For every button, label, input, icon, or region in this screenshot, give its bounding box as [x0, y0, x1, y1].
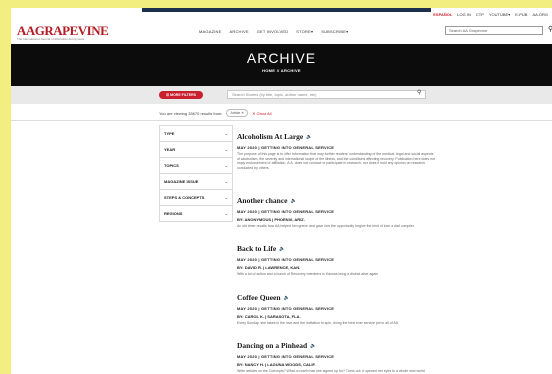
- facet-label: STEPS & CONCEPTS: [164, 195, 205, 200]
- article-description: With a lot of action and a bunch of Reco…: [237, 272, 379, 276]
- chevron-down-icon: ⌄: [224, 179, 228, 184]
- speaker-icon[interactable]: 🔈: [306, 134, 312, 140]
- epub-link[interactable]: E-PUB: [515, 12, 527, 17]
- chevron-down-icon: ⌄: [224, 211, 228, 216]
- facet-topics[interactable]: TOPICS ⌄: [159, 157, 233, 173]
- article-meta: MAY 2020 | GETTING INTO GENERAL SERVICE: [237, 209, 335, 214]
- top-accent-bar: [142, 8, 431, 12]
- speaker-icon[interactable]: 🔈: [290, 198, 296, 204]
- facet-year[interactable]: YEAR ⌄: [159, 141, 233, 157]
- espanol-link[interactable]: ESPAÑOL: [433, 12, 452, 17]
- article-meta: MAY 2020 | GETTING INTO GENERAL SERVICE: [237, 257, 335, 262]
- nav-archive[interactable]: ARCHIVE: [230, 29, 249, 34]
- archive-banner: ARCHIVE HOME // ARCHIVE: [11, 44, 552, 86]
- article-item: Back to Life 🔈 MAY 2020 | GETTING INTO GE…: [237, 244, 437, 277]
- divider: [11, 120, 552, 121]
- article-item: Dancing on a Pinhead 🔈 MAY 2020 | GETTING…: [237, 341, 437, 374]
- search-icon[interactable]: ⚲: [548, 25, 552, 33]
- article-title[interactable]: Coffee Queen 🔈: [237, 293, 437, 302]
- article-title[interactable]: Another chance 🔈: [237, 196, 437, 205]
- breadcrumb-separator: //: [276, 68, 280, 73]
- story-search-icon[interactable]: ⚲: [417, 89, 421, 96]
- nav-subscribe[interactable]: SUBSCRIBE▾: [321, 29, 348, 34]
- main-nav: MAGAZINE ARCHIVE GET INVOLVED STORE▾ SUB…: [199, 29, 348, 34]
- article-description: An old timer recalls how AA helped him g…: [237, 224, 415, 228]
- article-title-text[interactable]: Back to Life: [237, 244, 276, 253]
- more-filters-button[interactable]: ☰ MORE FILTERS: [159, 91, 203, 99]
- chevron-down-icon: ⌄: [224, 163, 228, 168]
- breadcrumb-home[interactable]: HOME: [262, 68, 275, 73]
- article-author: BY: DAVID R. | LAWRENCE, KAN.: [237, 265, 301, 270]
- article-title-text[interactable]: Alcoholism At Large: [237, 132, 303, 141]
- story-search-input[interactable]: Search Stories (by title, topic, author …: [227, 90, 426, 99]
- facet-steps-concepts[interactable]: STEPS & CONCEPTS ⌄: [159, 189, 233, 205]
- article-description: Write articles on the Concepts? What on …: [237, 369, 425, 373]
- site-search-input[interactable]: Search AA Grapevine: [445, 26, 543, 35]
- page-title: ARCHIVE: [246, 50, 317, 66]
- clear-all-link[interactable]: ✕ Clear All: [252, 111, 271, 116]
- facet-label: TYPE: [164, 131, 175, 136]
- article-title[interactable]: Alcoholism At Large 🔈: [237, 132, 437, 141]
- chevron-down-icon: ⌄: [224, 195, 228, 200]
- article-item: Coffee Queen 🔈 MAY 2020 | GETTING INTO GE…: [237, 293, 437, 326]
- facet-label: REGIONS: [164, 211, 183, 216]
- article-title-text[interactable]: Coffee Queen: [237, 293, 281, 302]
- results-count: You are viewing 33670 results from:: [159, 110, 223, 116]
- article-title-text[interactable]: Another chance: [237, 196, 287, 205]
- nav-get-involved[interactable]: GET INVOLVED: [257, 29, 289, 34]
- article-meta: MAY 2020 | GETTING INTO GENERAL SERVICE: [237, 145, 335, 150]
- login-link[interactable]: LOG IN: [457, 12, 471, 17]
- youtube-link[interactable]: YOUTUBE▾: [489, 12, 510, 17]
- breadcrumb-current: ARCHIVE: [280, 68, 301, 73]
- article-title-text[interactable]: Dancing on a Pinhead: [237, 341, 307, 350]
- article-description: The purpose of this page is to offer inf…: [237, 152, 435, 170]
- article-meta: MAY 2020 | GETTING INTO GENERAL SERVICE: [237, 306, 335, 311]
- facet-label: TOPICS: [164, 163, 179, 168]
- facet-magazine-issue[interactable]: MAGAZINE ISSUE ⌄: [159, 173, 233, 189]
- utility-nav: ESPAÑOL LOG IN CTP YOUTUBE▾ E-PUB AA.ORG: [433, 12, 548, 17]
- chevron-down-icon: ⌄: [224, 147, 228, 152]
- nav-magazine[interactable]: MAGAZINE: [199, 29, 222, 34]
- filter-bar: ☰ MORE FILTERS Search Stories (by title,…: [11, 86, 552, 104]
- article-author: BY: CAROL K. | SARASOTA, FLA.: [237, 314, 301, 319]
- results-summary: You are viewing 33670 results from: Arti…: [159, 109, 271, 117]
- speaker-icon[interactable]: 🔈: [279, 246, 285, 252]
- article-description: Every Sunday, she takes in the love and …: [237, 321, 399, 325]
- logo-tagline: The International Journal of Alcoholics …: [17, 37, 85, 41]
- facet-label: YEAR: [164, 147, 176, 152]
- article-meta: MAY 2020 | GETTING INTO GENERAL SERVICE: [237, 354, 335, 359]
- chevron-down-icon: ⌄: [224, 131, 228, 136]
- article-item: Alcoholism At Large 🔈 MAY 2020 | GETTING …: [237, 132, 437, 170]
- breadcrumb: HOME // ARCHIVE: [11, 68, 552, 73]
- article-title[interactable]: Dancing on a Pinhead 🔈: [237, 341, 437, 350]
- facet-label: MAGAZINE ISSUE: [164, 179, 199, 184]
- aa-org-link[interactable]: AA.ORG: [532, 12, 548, 17]
- article-author: BY: ANONYMOUS | PHOENIX, ARIZ.: [237, 217, 305, 222]
- speaker-icon[interactable]: 🔈: [284, 295, 290, 301]
- article-title[interactable]: Back to Life 🔈: [237, 244, 437, 253]
- facet-regions[interactable]: REGIONS ⌄: [159, 205, 233, 222]
- filter-chip-article[interactable]: Article ✕: [226, 109, 249, 117]
- article-item: Another chance 🔈 MAY 2020 | GETTING INTO …: [237, 196, 437, 229]
- nav-store[interactable]: STORE▾: [296, 29, 313, 34]
- facet-type[interactable]: TYPE ⌄: [159, 125, 233, 141]
- speaker-icon[interactable]: 🔈: [310, 343, 316, 349]
- ctp-link[interactable]: CTP: [476, 12, 484, 17]
- article-author: BY: NANCY H. | LAGUNA WOODS, CALIF.: [237, 362, 316, 367]
- filter-sidebar: TYPE ⌄ YEAR ⌄ TOPICS ⌄ MAGAZINE ISSUE ⌄ STEP…: [159, 125, 233, 222]
- browser-page: ESPAÑOL LOG IN CTP YOUTUBE▾ E-PUB AA.ORG…: [11, 8, 552, 374]
